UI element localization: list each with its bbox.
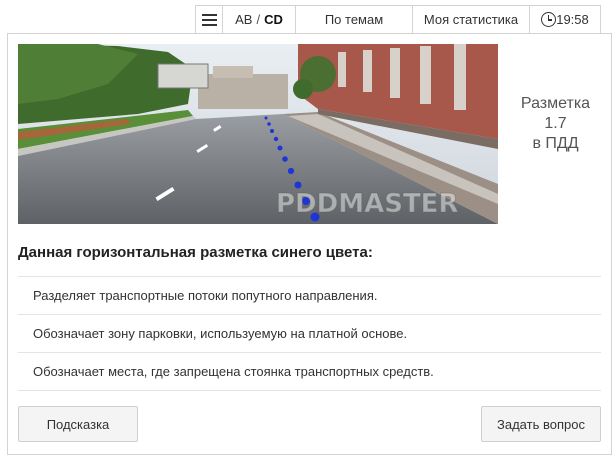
ticket-category-switch[interactable]: AB / CD xyxy=(223,6,296,33)
menu-button[interactable] xyxy=(196,6,223,33)
caption-line-2: 1.7 xyxy=(544,115,567,132)
answer-option-3[interactable]: Обозначает места, где запрещена стоянка … xyxy=(18,353,601,391)
question-text: Данная горизонтальная разметка синего цв… xyxy=(18,244,373,261)
top-bar: AB / CD По темам Моя статистика 19:58 xyxy=(195,5,601,34)
question-card: PDDMASTER Разметка 1.7 в ПДД Данная гори… xyxy=(7,33,612,455)
hint-button[interactable]: Подсказка xyxy=(18,406,138,442)
clock-icon xyxy=(541,12,557,27)
ticket-ab-label[interactable]: AB xyxy=(235,12,252,27)
timer: 19:58 xyxy=(530,6,600,33)
ask-question-button[interactable]: Задать вопрос xyxy=(481,406,601,442)
answer-option-1[interactable]: Разделяет транспортные потоки попутного … xyxy=(18,277,601,315)
caption-line-1: Разметка xyxy=(520,95,591,112)
timer-value: 19:58 xyxy=(556,12,589,27)
road-photo: PDDMASTER xyxy=(18,44,498,224)
marking-caption: Разметка 1.7 в ПДД xyxy=(498,94,613,154)
statistics-tab[interactable]: Моя статистика xyxy=(413,6,530,33)
ticket-cd-label[interactable]: CD xyxy=(264,12,283,27)
image-watermark: PDDMASTER xyxy=(276,189,458,219)
answer-option-2[interactable]: Обозначает зону парковки, используемую н… xyxy=(18,315,601,353)
ticket-separator: / xyxy=(256,12,261,27)
topics-tab[interactable]: По темам xyxy=(296,6,413,33)
question-image: PDDMASTER xyxy=(18,44,498,224)
answer-list: Разделяет транспортные потоки попутного … xyxy=(18,276,601,391)
caption-line-3: в ПДД xyxy=(532,135,579,152)
hamburger-menu-icon xyxy=(201,13,217,26)
